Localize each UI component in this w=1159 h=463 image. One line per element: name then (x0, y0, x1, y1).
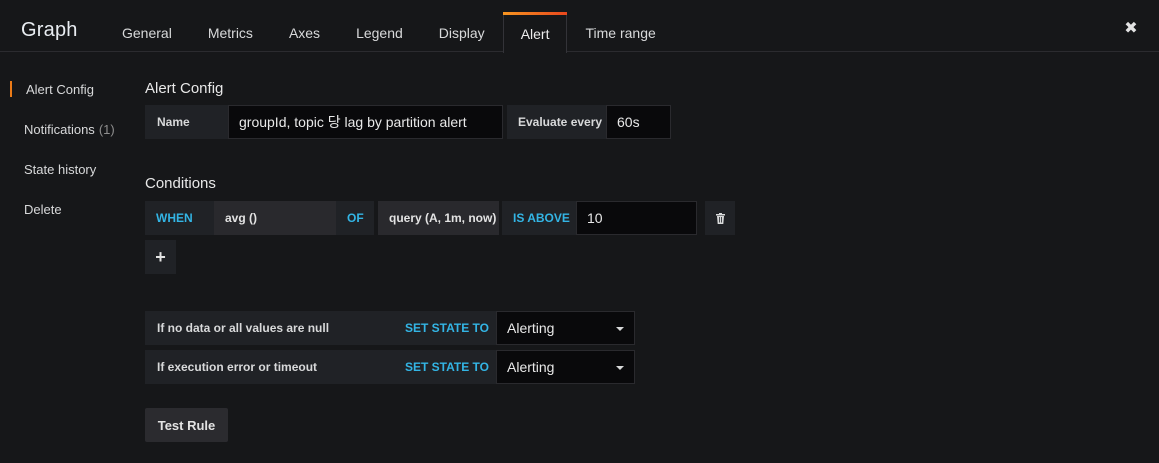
delete-condition-button[interactable] (705, 201, 735, 235)
no-data-label: If no data or all values are null (145, 311, 395, 345)
evaluate-every-label: Evaluate every (507, 105, 606, 139)
close-icon[interactable]: ✖ (1124, 21, 1138, 37)
of-keyword: OF (336, 201, 374, 235)
trash-icon (715, 212, 725, 224)
set-state-keyword: SET STATE TO (395, 350, 496, 384)
tab-general[interactable]: General (104, 12, 190, 52)
test-rule-button[interactable]: Test Rule (145, 408, 228, 442)
add-condition-button[interactable]: + (145, 240, 176, 274)
sidebar-item-delete[interactable]: Delete (10, 189, 130, 229)
sidebar-item-label: Delete (24, 201, 62, 217)
caret-down-icon (616, 366, 624, 370)
set-state-keyword: SET STATE TO (395, 311, 496, 345)
editor-tabs: General Metrics Axes Legend Display Aler… (104, 12, 674, 53)
sidebar-item-notifications[interactable]: Notifications (1) (10, 109, 130, 149)
notification-count: (1) (98, 121, 115, 137)
tab-time-range[interactable]: Time range (567, 12, 673, 52)
sidebar-item-label: Notifications (24, 121, 95, 137)
tab-metrics[interactable]: Metrics (190, 12, 271, 52)
threshold-input[interactable]: 10 (576, 201, 697, 235)
no-data-state-value: Alerting (507, 320, 555, 336)
alert-sidenav: Alert Config Notifications (1) State his… (10, 78, 130, 229)
sidebar-item-label: State history (24, 161, 97, 177)
tab-legend[interactable]: Legend (338, 12, 421, 52)
exec-error-label: If execution error or timeout (145, 350, 395, 384)
query-selector[interactable]: query (A, 1m, now) (378, 201, 499, 235)
evaluate-every-input[interactable]: 60s (606, 105, 671, 139)
panel-title: Graph (21, 19, 78, 41)
alert-config-title: Alert Config (145, 80, 224, 97)
tab-alert[interactable]: Alert (502, 12, 568, 53)
reducer-selector[interactable]: avg () (214, 201, 336, 235)
no-data-state-select[interactable]: Alerting (496, 311, 635, 345)
tab-axes[interactable]: Axes (271, 12, 338, 52)
exec-error-state-value: Alerting (507, 359, 555, 375)
sidebar-item-label: Alert Config (26, 81, 94, 97)
exec-error-state-select[interactable]: Alerting (496, 350, 635, 384)
when-keyword: WHEN (145, 201, 214, 235)
plus-icon: + (155, 247, 166, 267)
alert-name-input[interactable]: groupId, topic 당 lag by partition alert (228, 105, 503, 139)
panel-editor-header: Graph General Metrics Axes Legend Displa… (0, 0, 1159, 53)
caret-down-icon (616, 327, 624, 331)
sidebar-item-state-history[interactable]: State history (10, 149, 130, 189)
tab-display[interactable]: Display (421, 12, 503, 52)
conditions-title: Conditions (145, 175, 216, 192)
sidebar-item-alert-config[interactable]: Alert Config (10, 78, 130, 100)
evaluator-selector[interactable]: IS ABOVE (502, 201, 576, 235)
name-label: Name (145, 105, 228, 139)
